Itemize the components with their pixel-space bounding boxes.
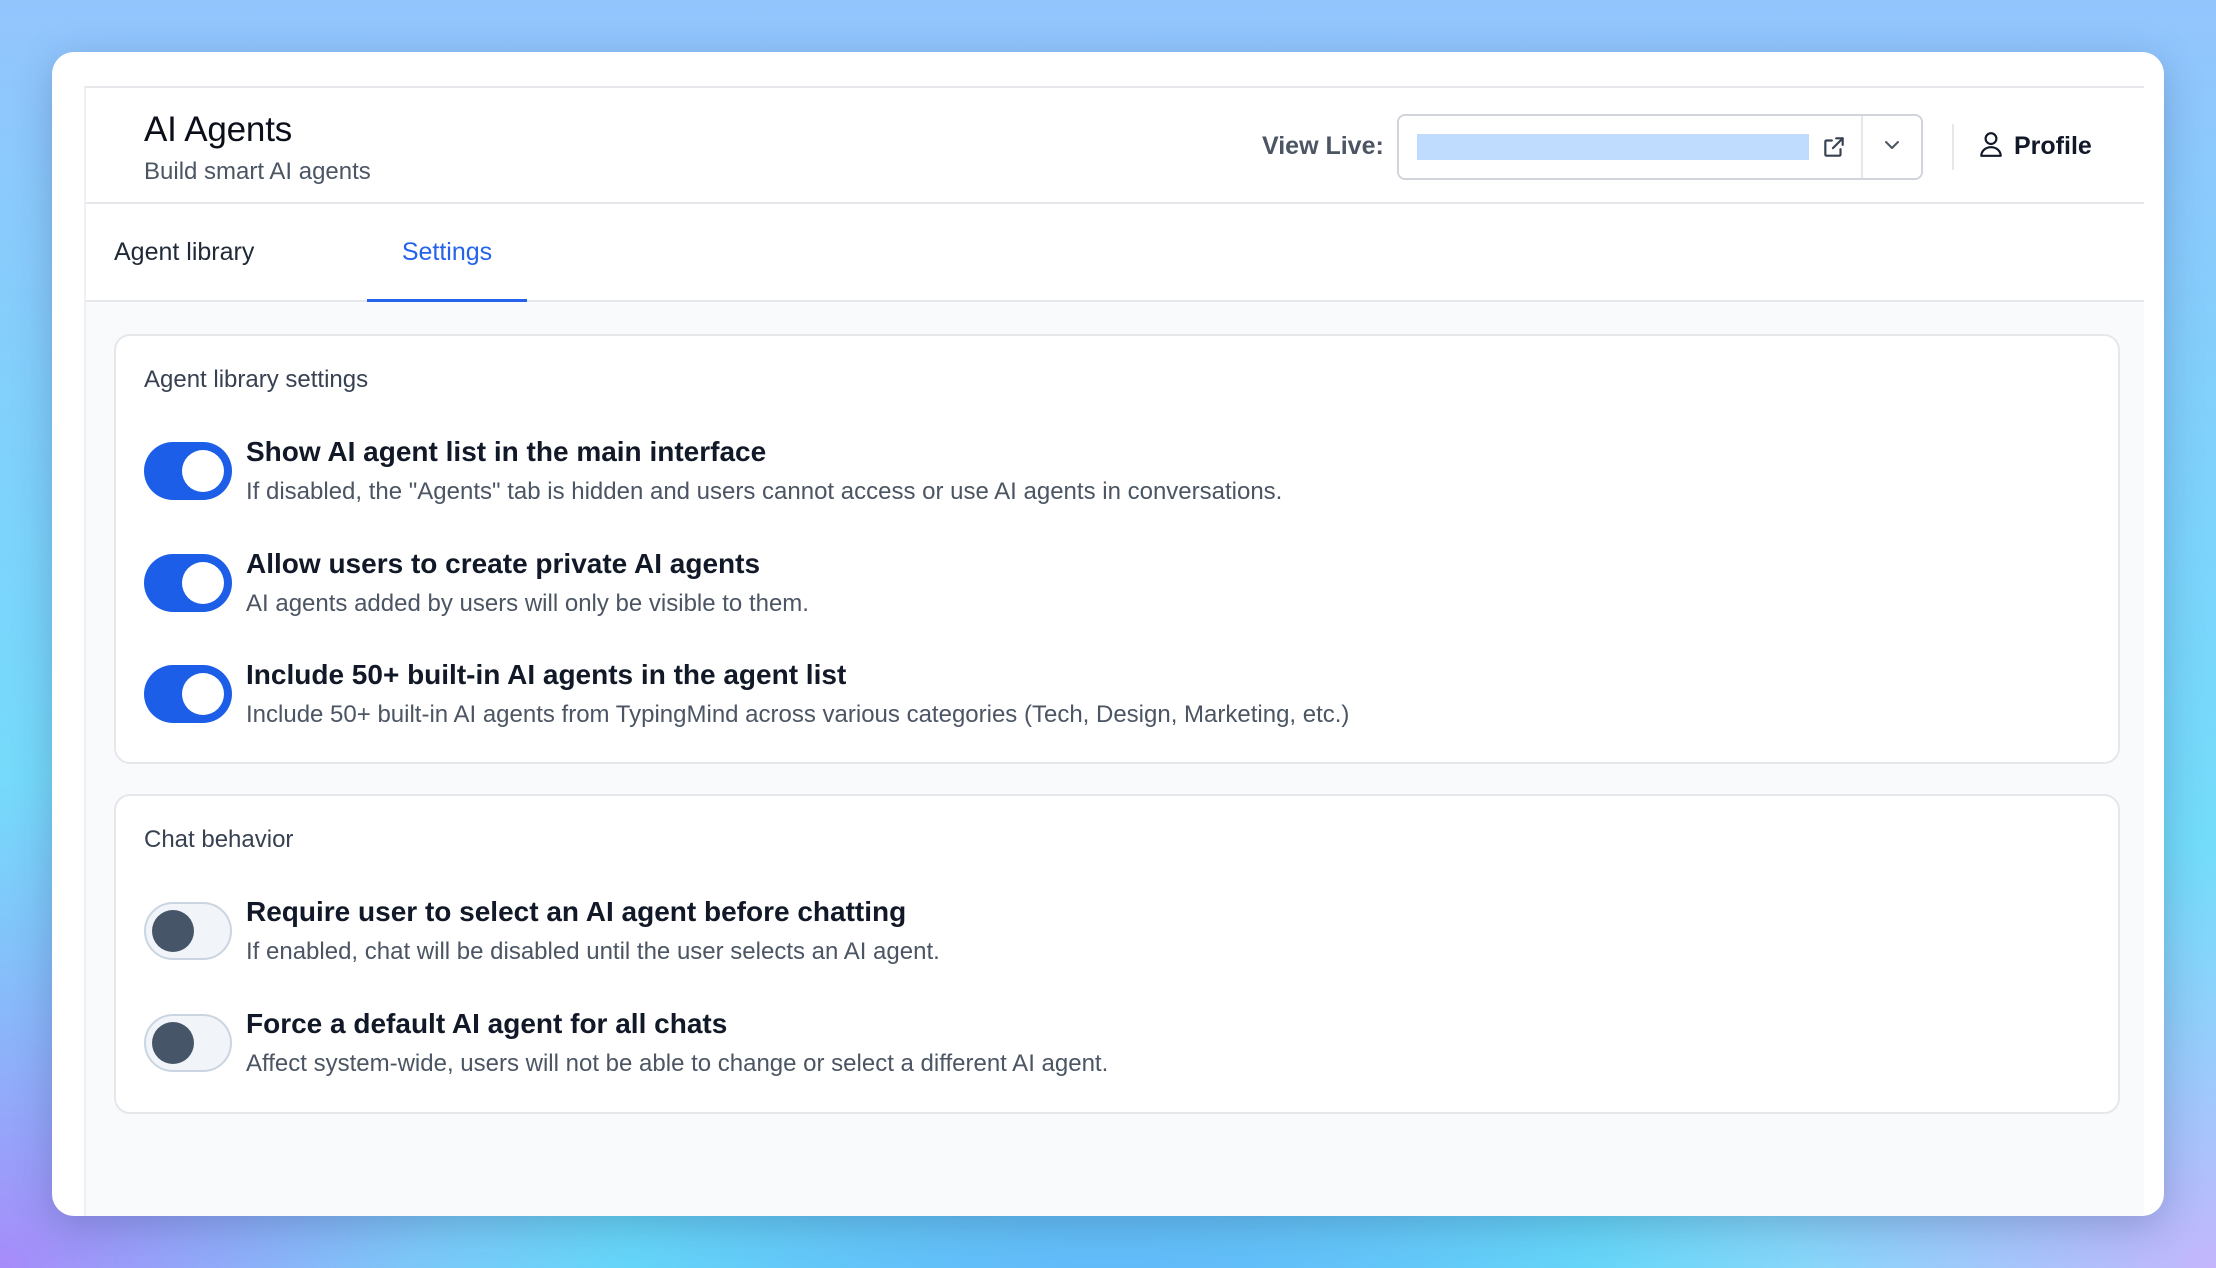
- view-live-label: View Live:: [1262, 132, 1384, 160]
- agent-library-settings-card: Agent library settings Show AI agent lis…: [114, 334, 2120, 764]
- page-title: AI Agents: [144, 110, 293, 149]
- toggle-knob: [182, 450, 224, 492]
- chat-behavior-card: Chat behavior Require user to select an …: [114, 794, 2120, 1114]
- force-default-agent-toggle[interactable]: [144, 1014, 232, 1072]
- tab-bar: Agent library Settings: [86, 204, 2144, 302]
- app-content: AI Agents Build smart AI agents View Liv…: [84, 86, 2144, 1216]
- profile-button[interactable]: Profile: [1978, 126, 2092, 166]
- setting-include-builtin-agents: Include 50+ built-in AI agents in the ag…: [144, 659, 2094, 739]
- setting-title: Include 50+ built-in AI agents in the ag…: [246, 659, 847, 690]
- section-title: Chat behavior: [144, 826, 294, 853]
- setting-title: Show AI agent list in the main interface: [246, 436, 767, 467]
- setting-description: Include 50+ built-in AI agents from Typi…: [246, 701, 1350, 728]
- toggle-knob: [152, 1022, 194, 1064]
- toggle-knob: [182, 562, 224, 604]
- toggle-knob: [182, 673, 224, 715]
- setting-description: AI agents added by users will only be vi…: [246, 590, 809, 617]
- setting-require-agent-selection: Require user to select an AI agent befor…: [144, 896, 2094, 976]
- external-link-icon[interactable]: [1821, 134, 1847, 160]
- app-window: AI Agents Build smart AI agents View Liv…: [52, 52, 2164, 1216]
- user-icon: [1978, 130, 2004, 163]
- include-builtin-agents-toggle[interactable]: [144, 665, 232, 723]
- section-title: Agent library settings: [144, 366, 369, 393]
- allow-private-agents-toggle[interactable]: [144, 554, 232, 612]
- setting-title: Allow users to create private AI agents: [246, 548, 761, 579]
- require-agent-selection-toggle[interactable]: [144, 902, 232, 960]
- setting-title: Force a default AI agent for all chats: [246, 1008, 728, 1039]
- view-live-dropdown-button[interactable]: [1863, 116, 1921, 178]
- setting-allow-private-agents: Allow users to create private AI agents …: [144, 548, 2094, 628]
- profile-label: Profile: [2014, 131, 2092, 160]
- page-subtitle: Build smart AI agents: [144, 158, 371, 185]
- page-header: AI Agents Build smart AI agents View Liv…: [86, 88, 2144, 204]
- chevron-down-icon: [1880, 133, 1904, 162]
- tab-settings[interactable]: Settings: [367, 204, 527, 302]
- setting-description: If enabled, chat will be disabled until …: [246, 938, 940, 965]
- setting-show-agent-list: Show AI agent list in the main interface…: [144, 436, 2094, 516]
- view-live-url-redacted[interactable]: [1417, 134, 1809, 160]
- setting-force-default-agent: Force a default AI agent for all chats A…: [144, 1008, 2094, 1088]
- setting-title: Require user to select an AI agent befor…: [246, 896, 907, 927]
- toggle-knob: [152, 910, 194, 952]
- setting-description: If disabled, the "Agents" tab is hidden …: [246, 478, 1283, 505]
- view-live-url-selector: [1397, 114, 1923, 180]
- tab-agent-library[interactable]: Agent library: [114, 204, 254, 300]
- header-divider: [1952, 124, 1954, 170]
- setting-description: Affect system-wide, users will not be ab…: [246, 1050, 1109, 1077]
- show-agent-list-toggle[interactable]: [144, 442, 232, 500]
